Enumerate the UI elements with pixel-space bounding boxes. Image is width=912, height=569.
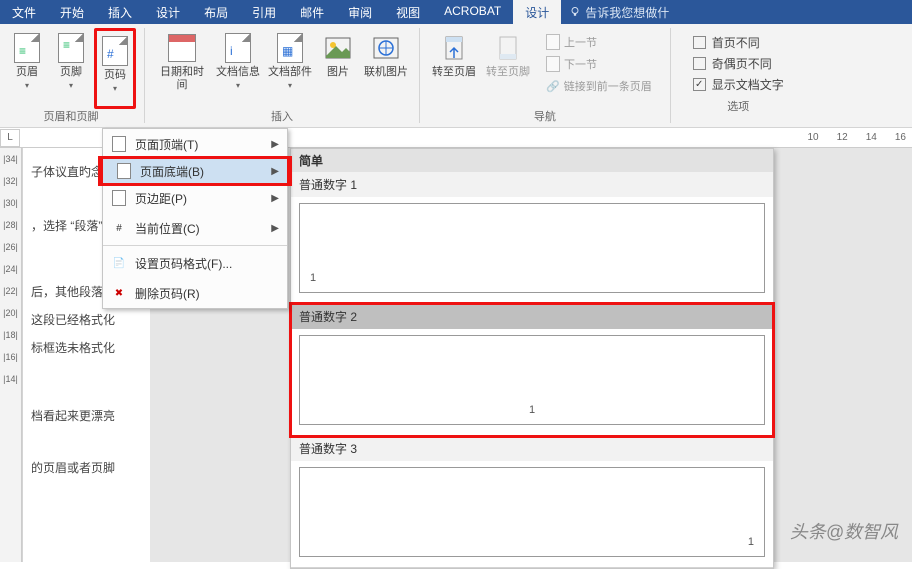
tab-references[interactable]: 引用 [240, 0, 288, 24]
link-prev-button: 🔗链接到前一条页眉 [544, 76, 654, 96]
diff-odd-even-checkbox[interactable]: 奇偶页不同 [693, 55, 784, 72]
page-number-dropdown: 页面顶端(T)▶ 页面底端(B)▶ 页边距(P)▶ #当前位置(C)▶ 📄设置页… [102, 128, 288, 309]
prev-section-button: 上一节 [544, 32, 654, 52]
datetime-button[interactable]: 日期和时间 [153, 28, 211, 109]
group-options: 首页不同 奇偶页不同 ✓显示文档文字 选项 [673, 24, 804, 127]
group-label-nav: 导航 [534, 109, 556, 125]
group-label-options: 选项 [727, 99, 749, 115]
tab-file[interactable]: 文件 [0, 0, 48, 24]
tab-bar: 文件 开始 插入 设计 布局 引用 邮件 审阅 视图 ACROBAT 设计 告诉… [0, 0, 912, 24]
menu-page-bottom[interactable]: 页面底端(B)▶ [98, 156, 292, 186]
diff-first-checkbox[interactable]: 首页不同 [693, 34, 784, 51]
picture-button[interactable]: 图片 [317, 28, 359, 109]
group-insert: 日期和时间 i 文档信息▾ ▦ 文档部件▾ 图片 联机图片 插入 [147, 24, 417, 127]
menu-format-page-number[interactable]: 📄设置页码格式(F)... [103, 248, 287, 278]
menu-page-margins[interactable]: 页边距(P)▶ [103, 183, 287, 213]
gallery-section-simple: 简单 [291, 149, 773, 172]
menu-page-top[interactable]: 页面顶端(T)▶ [103, 129, 287, 159]
tab-review[interactable]: 审阅 [336, 0, 384, 24]
tab-mail[interactable]: 邮件 [288, 0, 336, 24]
group-label-insert: 插入 [271, 109, 293, 125]
footer-button[interactable]: ≡ 页脚▾ [50, 28, 92, 109]
tab-hf-design[interactable]: 设计 [513, 0, 561, 24]
tab-insert[interactable]: 插入 [96, 0, 144, 24]
menu-current-position[interactable]: #当前位置(C)▶ [103, 213, 287, 243]
gallery-item-plain-2[interactable]: 普通数字 2 1 [291, 304, 773, 436]
ribbon: ≡ 页眉▾ ≡ 页脚▾ # 页码▾ 页眉和页脚 日期和时间 i 文档信息▾ [0, 24, 912, 128]
page-number-gallery: 简单 普通数字 1 1 普通数字 2 1 普通数字 3 1 [290, 148, 774, 569]
goto-footer-button: 转至页脚 [482, 28, 534, 109]
group-nav: 转至页眉 转至页脚 上一节 下一节 🔗链接到前一条页眉 导航 [422, 24, 668, 127]
group-label-hf: 页眉和页脚 [44, 109, 99, 125]
header-button[interactable]: ≡ 页眉▾ [6, 28, 48, 109]
page-number-button[interactable]: # 页码▾ [94, 28, 136, 109]
lightbulb-icon [569, 6, 581, 18]
tell-me[interactable]: 告诉我您想做什 [561, 0, 677, 24]
next-section-button: 下一节 [544, 54, 654, 74]
tab-acrobat[interactable]: ACROBAT [432, 0, 513, 24]
tab-view[interactable]: 视图 [384, 0, 432, 24]
tab-layout[interactable]: 布局 [192, 0, 240, 24]
goto-header-button[interactable]: 转至页眉 [428, 28, 480, 109]
docinfo-button[interactable]: i 文档信息▾ [213, 28, 263, 109]
docparts-button[interactable]: ▦ 文档部件▾ [265, 28, 315, 109]
online-picture-button[interactable]: 联机图片 [361, 28, 411, 109]
tab-stop-selector[interactable]: L [0, 129, 20, 147]
tab-design[interactable]: 设计 [144, 0, 192, 24]
menu-remove-page-number[interactable]: ✖删除页码(R) [103, 278, 287, 308]
gallery-item-plain-1[interactable]: 普通数字 1 1 [291, 172, 773, 304]
gallery-item-plain-3[interactable]: 普通数字 3 1 [291, 436, 773, 568]
group-header-footer: ≡ 页眉▾ ≡ 页脚▾ # 页码▾ 页眉和页脚 [0, 24, 142, 127]
ruler-vertical: |34||32||30||28||26||24||22||20||18||16|… [0, 148, 22, 562]
tab-home[interactable]: 开始 [48, 0, 96, 24]
show-doc-text-checkbox[interactable]: ✓显示文档文字 [693, 76, 784, 93]
